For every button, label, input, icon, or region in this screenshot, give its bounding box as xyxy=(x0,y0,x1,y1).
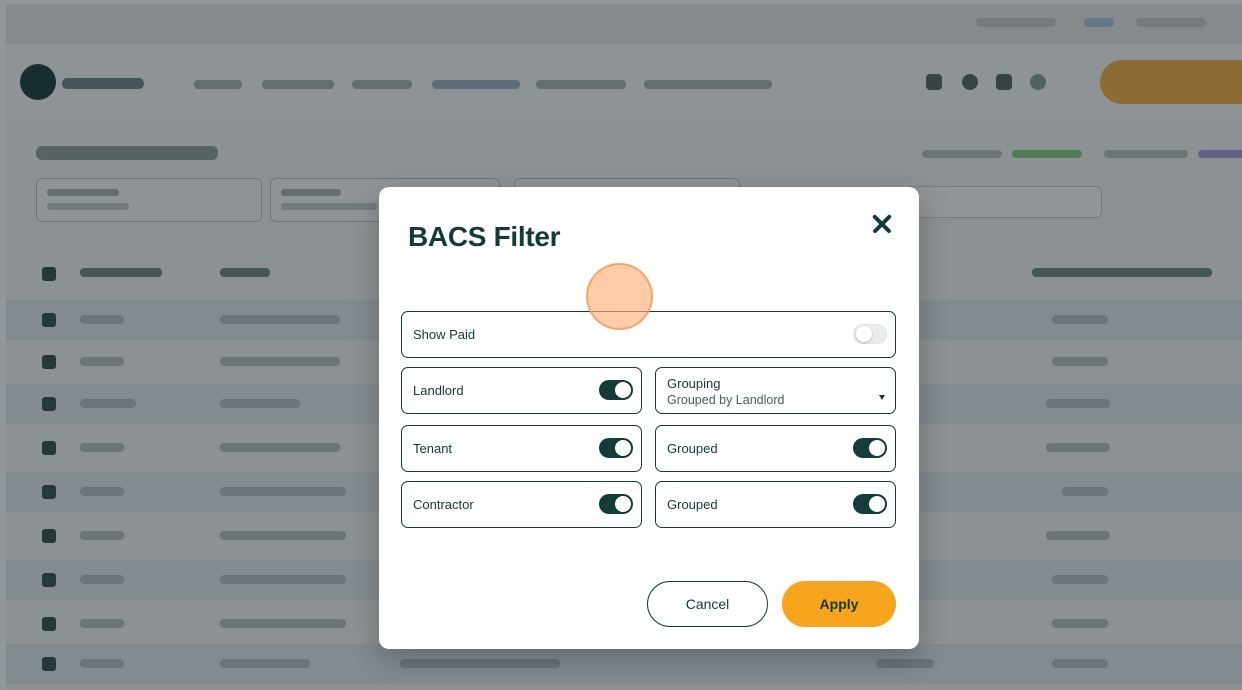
show-paid-label: Show Paid xyxy=(413,327,476,342)
grouping-select[interactable]: Grouping Grouped by Landlord xyxy=(655,367,896,414)
cancel-button[interactable]: Cancel xyxy=(647,581,768,627)
contractor-grouped-label: Grouped xyxy=(667,497,718,512)
landlord-toggle[interactable] xyxy=(599,380,633,400)
tenant-grouped-option[interactable]: Grouped xyxy=(655,425,896,472)
tenant-label: Tenant xyxy=(413,441,453,456)
contractor-grouped-toggle[interactable] xyxy=(853,494,887,514)
contractor-grouped-option[interactable]: Grouped xyxy=(655,481,896,528)
show-paid-option[interactable]: Show Paid xyxy=(401,311,896,358)
apply-button[interactable]: Apply xyxy=(782,581,896,627)
contractor-option[interactable]: Contractor xyxy=(401,481,642,528)
chevron-down-icon[interactable] xyxy=(879,395,885,400)
grouping-label: Grouping xyxy=(667,376,721,391)
grouping-value: Grouped by Landlord xyxy=(667,393,785,407)
bacs-filter-dialog: BACS Filter Show Paid Landlord Grouping … xyxy=(379,187,919,649)
contractor-toggle[interactable] xyxy=(599,494,633,514)
tenant-toggle[interactable] xyxy=(599,438,633,458)
show-paid-toggle[interactable] xyxy=(853,324,887,344)
close-icon[interactable] xyxy=(867,209,897,239)
landlord-option[interactable]: Landlord xyxy=(401,367,642,414)
landlord-label: Landlord xyxy=(413,383,464,398)
tenant-grouped-label: Grouped xyxy=(667,441,718,456)
tenant-option[interactable]: Tenant xyxy=(401,425,642,472)
contractor-label: Contractor xyxy=(413,497,474,512)
dialog-title: BACS Filter xyxy=(408,221,561,252)
tenant-grouped-toggle[interactable] xyxy=(853,438,887,458)
